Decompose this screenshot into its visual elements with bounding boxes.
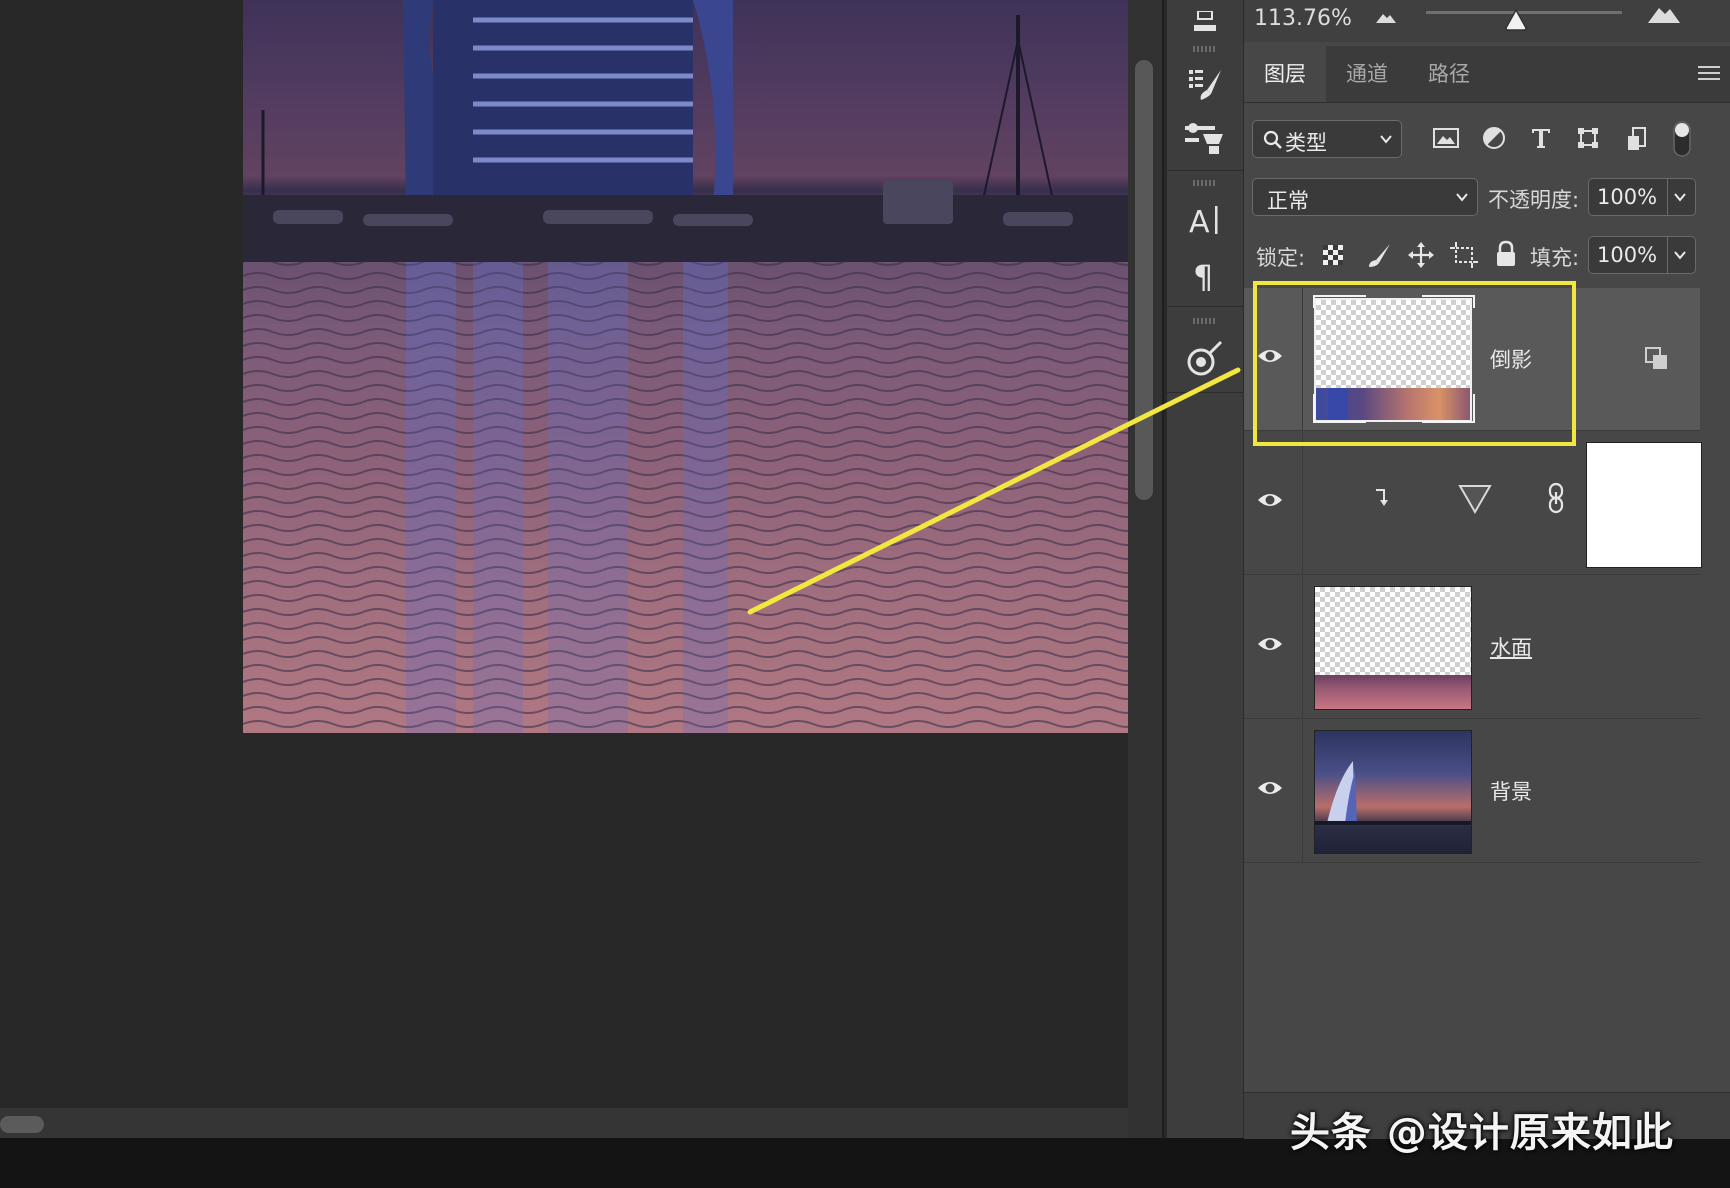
transform-corners-icon (1313, 295, 1475, 423)
zoom-value[interactable]: 113.76% (1254, 6, 1352, 31)
strip-grip[interactable] (1193, 180, 1217, 186)
type-filter-icon[interactable] (1529, 126, 1553, 150)
horizontal-scrollbar[interactable] (0, 1108, 1128, 1138)
character-icon[interactable]: A (1167, 196, 1243, 244)
layer-thumbnail[interactable] (1314, 586, 1472, 710)
filter-toggle-icon[interactable] (1672, 120, 1692, 158)
svg-text:¶: ¶ (1193, 258, 1213, 294)
fill-label: 填充: (1530, 246, 1580, 270)
zoom-out-mountain-icon[interactable] (1374, 10, 1398, 24)
panel-icon-strip: A ¶ (1166, 0, 1245, 1138)
zoom-row: 113.76% (1244, 0, 1730, 42)
layer-row-reflection[interactable]: 倒影 (1244, 288, 1700, 431)
layers-panel: 113.76% 图层 通道 路径 类型 正常 不透明度: 100% 锁定: 填充… (1244, 0, 1730, 1139)
lock-label: 锁定: (1256, 246, 1306, 270)
chevron-down-icon (1674, 251, 1686, 260)
layer-filter-dropdown[interactable]: 类型 (1252, 120, 1402, 158)
visibility-eye-icon[interactable] (1256, 634, 1284, 654)
layer-name[interactable]: 倒影 (1490, 344, 1532, 374)
fill-value: 100% (1597, 243, 1658, 267)
layer-name[interactable]: 水面 (1490, 632, 1532, 662)
paragraph-icon[interactable]: ¶ (1167, 252, 1243, 300)
visibility-eye-icon[interactable] (1256, 346, 1284, 366)
fill-field[interactable]: 100% (1588, 236, 1696, 274)
opacity-label: 不透明度: (1488, 188, 1580, 212)
image-filter-icon[interactable] (1432, 126, 1460, 150)
tab-layers[interactable]: 图层 (1244, 46, 1326, 102)
svg-text:A: A (1189, 205, 1210, 238)
layer-mask-thumbnail[interactable] (1586, 442, 1702, 568)
gradient-map-adjustment-icon[interactable] (1458, 484, 1492, 514)
layer-name[interactable]: 背景 (1490, 776, 1532, 806)
smart-object-filter-icon[interactable] (1625, 126, 1649, 152)
opacity-value: 100% (1597, 185, 1658, 209)
lock-transparent-pixels-icon[interactable] (1322, 244, 1344, 266)
watermark-text: 头条 @设计原来如此 (1290, 1110, 1674, 1156)
layer-row-water[interactable]: 水面 (1244, 576, 1700, 719)
search-icon (1263, 130, 1282, 149)
layer-row-adjustment[interactable] (1244, 432, 1702, 575)
clipping-arrow-icon (1376, 489, 1388, 506)
strip-grip[interactable] (1193, 318, 1217, 324)
visibility-eye-icon[interactable] (1256, 490, 1284, 510)
opacity-field[interactable]: 100% (1588, 178, 1696, 216)
document-image[interactable] (243, 0, 1128, 733)
lock-artboard-icon[interactable] (1450, 242, 1478, 268)
brush-settings-icon[interactable] (1167, 60, 1243, 108)
layer-filter-label: 类型 (1285, 131, 1327, 155)
vertical-scrollbar[interactable] (1128, 0, 1164, 1138)
3d-icon[interactable] (1167, 0, 1243, 48)
layer-thumbnail[interactable] (1314, 730, 1472, 854)
tab-channels[interactable]: 通道 (1326, 46, 1408, 102)
horizontal-scroll-thumb[interactable] (0, 1116, 44, 1133)
lock-all-icon[interactable] (1494, 240, 1518, 268)
zoom-slider-thumb[interactable] (1504, 8, 1528, 32)
tab-paths[interactable]: 路径 (1408, 46, 1490, 102)
history-brush-icon[interactable] (1167, 336, 1243, 384)
mask-link-icon[interactable] (1546, 482, 1566, 514)
chevron-down-icon (1380, 135, 1392, 144)
panel-tabs: 图层 通道 路径 (1244, 46, 1730, 103)
clone-source-icon[interactable] (1167, 114, 1243, 162)
blend-mode-value: 正常 (1267, 189, 1309, 213)
canvas-area[interactable] (0, 0, 1128, 1108)
zoom-in-mountain-icon[interactable] (1646, 4, 1682, 24)
adjustment-filter-icon[interactable] (1482, 126, 1506, 150)
chevron-down-icon (1456, 193, 1468, 202)
lock-image-pixels-icon[interactable] (1366, 242, 1392, 268)
vertical-scroll-thumb[interactable] (1135, 60, 1153, 500)
layers-list: 倒影 水面 背景 (1244, 286, 1730, 1096)
blend-mode-dropdown[interactable]: 正常 (1252, 178, 1478, 216)
shape-filter-icon[interactable] (1576, 126, 1600, 150)
strip-grip[interactable] (1193, 46, 1217, 52)
panel-menu-icon[interactable] (1698, 64, 1720, 82)
chevron-down-icon (1674, 193, 1686, 202)
layer-row-background[interactable]: 背景 (1244, 720, 1700, 863)
lock-position-icon[interactable] (1408, 242, 1434, 268)
visibility-eye-icon[interactable] (1256, 778, 1284, 798)
smart-object-badge-icon (1645, 347, 1667, 369)
